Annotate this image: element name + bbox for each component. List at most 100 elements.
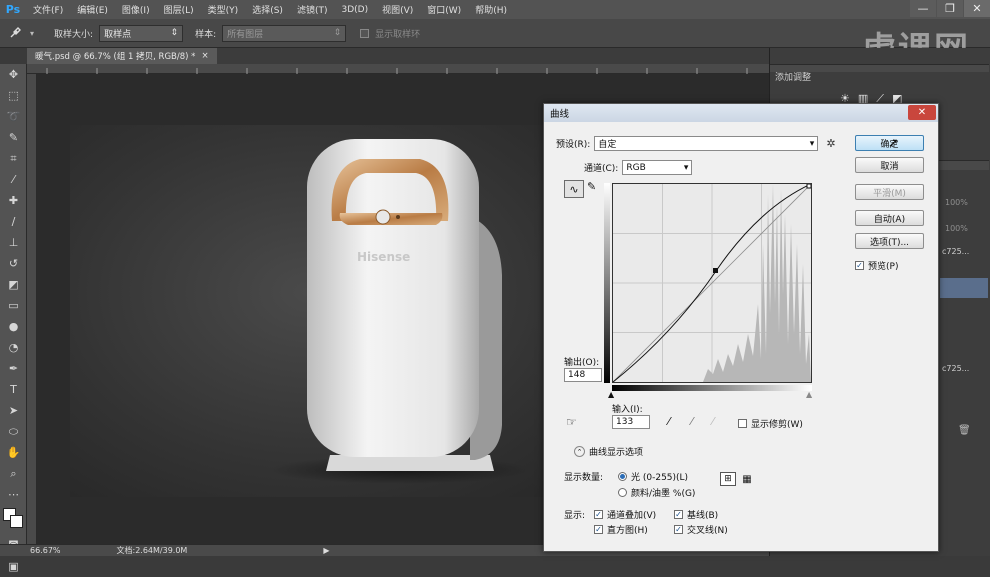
zoom-level[interactable]: 66.67%: [30, 546, 61, 555]
layer-name[interactable]: c725...: [942, 247, 969, 256]
light-radio-label: 光 (0-255)(L): [631, 473, 689, 483]
menu-filter[interactable]: 滤镜(T): [290, 3, 335, 16]
sample-size-label: 取样大小:: [54, 29, 94, 40]
menu-view[interactable]: 视图(V): [375, 3, 420, 16]
brush-tool-icon[interactable]: ∕: [0, 211, 27, 232]
document-tab[interactable]: 暖气.psd @ 66.7% (组 1 拷贝, RGB/8) * ×: [27, 48, 217, 64]
chevron-down-icon: ▾: [809, 138, 815, 149]
layer-name[interactable]: c725...: [942, 364, 969, 373]
eyedropper-tool-icon[interactable]: ⁄: [0, 169, 27, 190]
more-tools-icon[interactable]: ⋯: [0, 484, 27, 505]
intersection-checkbox[interactable]: ✓: [674, 525, 683, 534]
eraser-tool-icon[interactable]: ◩: [0, 274, 27, 295]
menu-edit[interactable]: 编辑(E): [70, 3, 115, 16]
dialog-title-bar[interactable]: 曲线: [544, 104, 938, 122]
color-swatches[interactable]: [0, 505, 26, 535]
sample-select[interactable]: 所有图层 ⇕: [222, 24, 347, 42]
menu-image[interactable]: 图像(I): [115, 3, 157, 16]
display-options-toggle[interactable]: ⌃ 曲线显示选项: [574, 445, 643, 458]
gray-eyedropper-icon[interactable]: ⁄: [691, 415, 693, 428]
dialog-title: 曲线: [550, 109, 570, 120]
dialog-close-button[interactable]: ✕: [908, 105, 936, 120]
menu-type[interactable]: 类型(Y): [201, 3, 246, 16]
baseline-row: ✓ 基线(B): [674, 508, 718, 521]
output-field[interactable]: 148: [564, 368, 602, 382]
channel-select[interactable]: RGB ▾: [622, 160, 693, 175]
point-curve-tool-icon[interactable]: ∿: [564, 180, 584, 198]
black-point-slider-icon[interactable]: ▲: [608, 390, 614, 399]
marquee-tool-icon[interactable]: ⬚: [0, 85, 27, 106]
selected-layer-row[interactable]: [940, 278, 988, 298]
background-color-swatch[interactable]: [10, 515, 23, 528]
delete-layer-icon[interactable]: 🗑: [958, 425, 971, 436]
hand-tool-icon[interactable]: ✋: [0, 442, 27, 463]
dodge-tool-icon[interactable]: ◔: [0, 337, 27, 358]
show-clipping-checkbox[interactable]: [738, 419, 747, 428]
gradient-tool-icon[interactable]: ▭: [0, 295, 27, 316]
options-button[interactable]: 选项(T)...: [855, 233, 924, 249]
menu-layer[interactable]: 图层(L): [157, 3, 201, 16]
show-ring-checkbox[interactable]: [360, 28, 370, 38]
light-radio[interactable]: [618, 472, 627, 481]
simple-grid-icon[interactable]: ⊞: [720, 472, 736, 486]
input-field[interactable]: 133: [612, 415, 650, 429]
fill-value[interactable]: 100%: [945, 224, 968, 233]
adjustments-panel-title: 添加调整: [775, 73, 812, 83]
quick-select-tool-icon[interactable]: ✎: [0, 127, 27, 148]
opacity-value[interactable]: 100%: [945, 198, 968, 207]
canvas-image[interactable]: Hisense: [70, 125, 600, 497]
preset-select[interactable]: 自定 ▾: [594, 136, 819, 151]
minimize-button[interactable]: —: [910, 0, 936, 17]
menu-file[interactable]: 文件(F): [26, 3, 70, 16]
clone-stamp-tool-icon[interactable]: ⊥: [0, 232, 27, 253]
histogram-checkbox[interactable]: ✓: [594, 525, 603, 534]
horizontal-ruler: [27, 64, 769, 74]
lasso-tool-icon[interactable]: ➰: [0, 106, 27, 127]
restore-button[interactable]: ❐: [937, 0, 963, 17]
close-window-button[interactable]: ✕: [964, 0, 990, 17]
pigment-radio[interactable]: [618, 488, 627, 497]
menu-help[interactable]: 帮助(H): [468, 3, 514, 16]
close-tab-icon[interactable]: ×: [201, 51, 208, 61]
preview-checkbox[interactable]: ✓: [855, 261, 864, 270]
channel-overlay-checkbox[interactable]: ✓: [594, 510, 603, 519]
menu-window[interactable]: 窗口(W): [420, 3, 468, 16]
pen-tool-icon[interactable]: ✒: [0, 358, 27, 379]
chevron-updown-icon: ⇕: [333, 28, 342, 38]
curve-graph[interactable]: [612, 183, 812, 383]
menu-select[interactable]: 选择(S): [245, 3, 290, 16]
status-menu-arrow-icon[interactable]: ▶: [323, 546, 329, 555]
crop-tool-icon[interactable]: ⌗: [0, 148, 27, 169]
black-eyedropper-icon[interactable]: ⁄: [668, 415, 670, 428]
baseline-checkbox[interactable]: ✓: [674, 510, 683, 519]
channel-overlay-label: 通道叠加(V): [607, 511, 657, 521]
menu-bar: Ps 文件(F) 编辑(E) 图像(I) 图层(L) 类型(Y) 选择(S) 滤…: [0, 0, 990, 19]
on-image-adjust-hand-icon[interactable]: ☞: [566, 415, 577, 429]
sample-size-select[interactable]: 取样点 ⇕: [99, 24, 184, 42]
screen-mode-icon[interactable]: ▣: [0, 556, 27, 577]
history-brush-tool-icon[interactable]: ↺: [0, 253, 27, 274]
smooth-button[interactable]: 平滑(M): [855, 184, 924, 200]
tool-preset-chevron-icon[interactable]: ▾: [30, 29, 34, 38]
curve-endpoint[interactable]: [806, 183, 812, 189]
menu-3d[interactable]: 3D(D): [334, 5, 375, 15]
zoom-tool-icon[interactable]: ⌕: [0, 463, 27, 484]
blur-tool-icon[interactable]: ●: [0, 316, 27, 337]
window-controls: — ❐ ✕: [909, 0, 990, 17]
detailed-grid-icon[interactable]: ▦: [740, 472, 754, 486]
move-tool-icon[interactable]: ✥: [0, 64, 27, 85]
cancel-button[interactable]: 取消: [855, 157, 924, 173]
healing-brush-tool-icon[interactable]: ✚: [0, 190, 27, 211]
input-label: 输入(I):: [612, 405, 643, 415]
output-label: 输出(O):: [564, 358, 600, 368]
type-tool-icon[interactable]: T: [0, 379, 27, 400]
auto-button[interactable]: 自动(A): [855, 210, 924, 226]
path-select-tool-icon[interactable]: ➤: [0, 400, 27, 421]
white-eyedropper-icon[interactable]: ⁄: [712, 415, 714, 428]
curve-control-point[interactable]: [713, 268, 718, 273]
eyedropper-tool-icon[interactable]: [8, 24, 24, 43]
shape-tool-icon[interactable]: ⬭: [0, 421, 27, 442]
preset-gear-icon[interactable]: ✲: [826, 137, 835, 150]
white-point-slider-icon[interactable]: ▲: [806, 390, 812, 399]
pencil-curve-tool-icon[interactable]: ✎: [587, 180, 596, 193]
